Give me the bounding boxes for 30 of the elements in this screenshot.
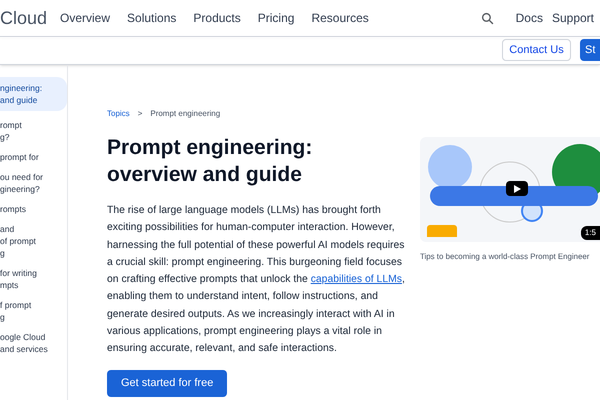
breadcrumb-link[interactable]: Prompt engineering	[150, 108, 220, 120]
logo-text[interactable]: Cloud	[0, 4, 60, 32]
sidebar-item[interactable]: and of prompt g	[0, 223, 67, 259]
header-link[interactable]: Docs	[516, 9, 543, 27]
sidebar-item[interactable]: f prompt g	[0, 299, 67, 323]
sidebar-item[interactable]: ngineering: and guide	[0, 77, 67, 111]
breadcrumb-link[interactable]: Topics	[107, 108, 130, 120]
play-button-icon[interactable]	[506, 181, 528, 196]
page-title: Prompt engineering: overview and guide	[107, 135, 314, 188]
nav-link[interactable]: Pricing	[258, 9, 294, 27]
video-duration: 1:5	[580, 226, 600, 240]
intro-paragraph: The rise of large language models (LLMs) has brought forth exciting possibilities for human-computer interaction. However, harnessing the full potential of these powerful AI models requires a crucial skill: prompt engineering. This burgeoning field focuses on crafting effective prompts that unlock the capabilities of LLMs, enabling them to understand intent, follow instructions, and generate desired outputs. As we increasingly interact with AI in various applications, prompt engineering plays a vital role in ensuring accurate, relevant, and safe interactions.	[107, 204, 406, 356]
video-thumbnail[interactable]: 1:5	[420, 137, 600, 242]
sidebar-item[interactable]: ou need for gineering?	[0, 171, 67, 195]
nav-link[interactable]: Overview	[60, 9, 110, 27]
nav-link[interactable]: Products	[193, 9, 241, 27]
search-icon[interactable]	[480, 12, 494, 24]
cta-button[interactable]: Get started for free	[107, 370, 228, 397]
sidebar-item[interactable]: rompts	[0, 203, 67, 215]
sidebar-item[interactable]: for writing mpts	[0, 267, 67, 291]
nav-link[interactable]: Solutions	[127, 9, 176, 27]
breadcrumb-separator: >	[138, 108, 142, 120]
contact-button[interactable]: Contact Us	[502, 39, 571, 61]
sidebar-item[interactable]: rompt g?	[0, 119, 67, 143]
start-button[interactable]: St	[580, 39, 600, 61]
sidebar-item[interactable]: prompt for	[0, 151, 67, 163]
link[interactable]: capabilities of LLMs	[310, 274, 402, 286]
nav-link[interactable]: Resources	[311, 9, 369, 27]
sidebar-item[interactable]: oogle Cloud and services	[0, 331, 67, 355]
header-link[interactable]: Support	[552, 9, 594, 27]
